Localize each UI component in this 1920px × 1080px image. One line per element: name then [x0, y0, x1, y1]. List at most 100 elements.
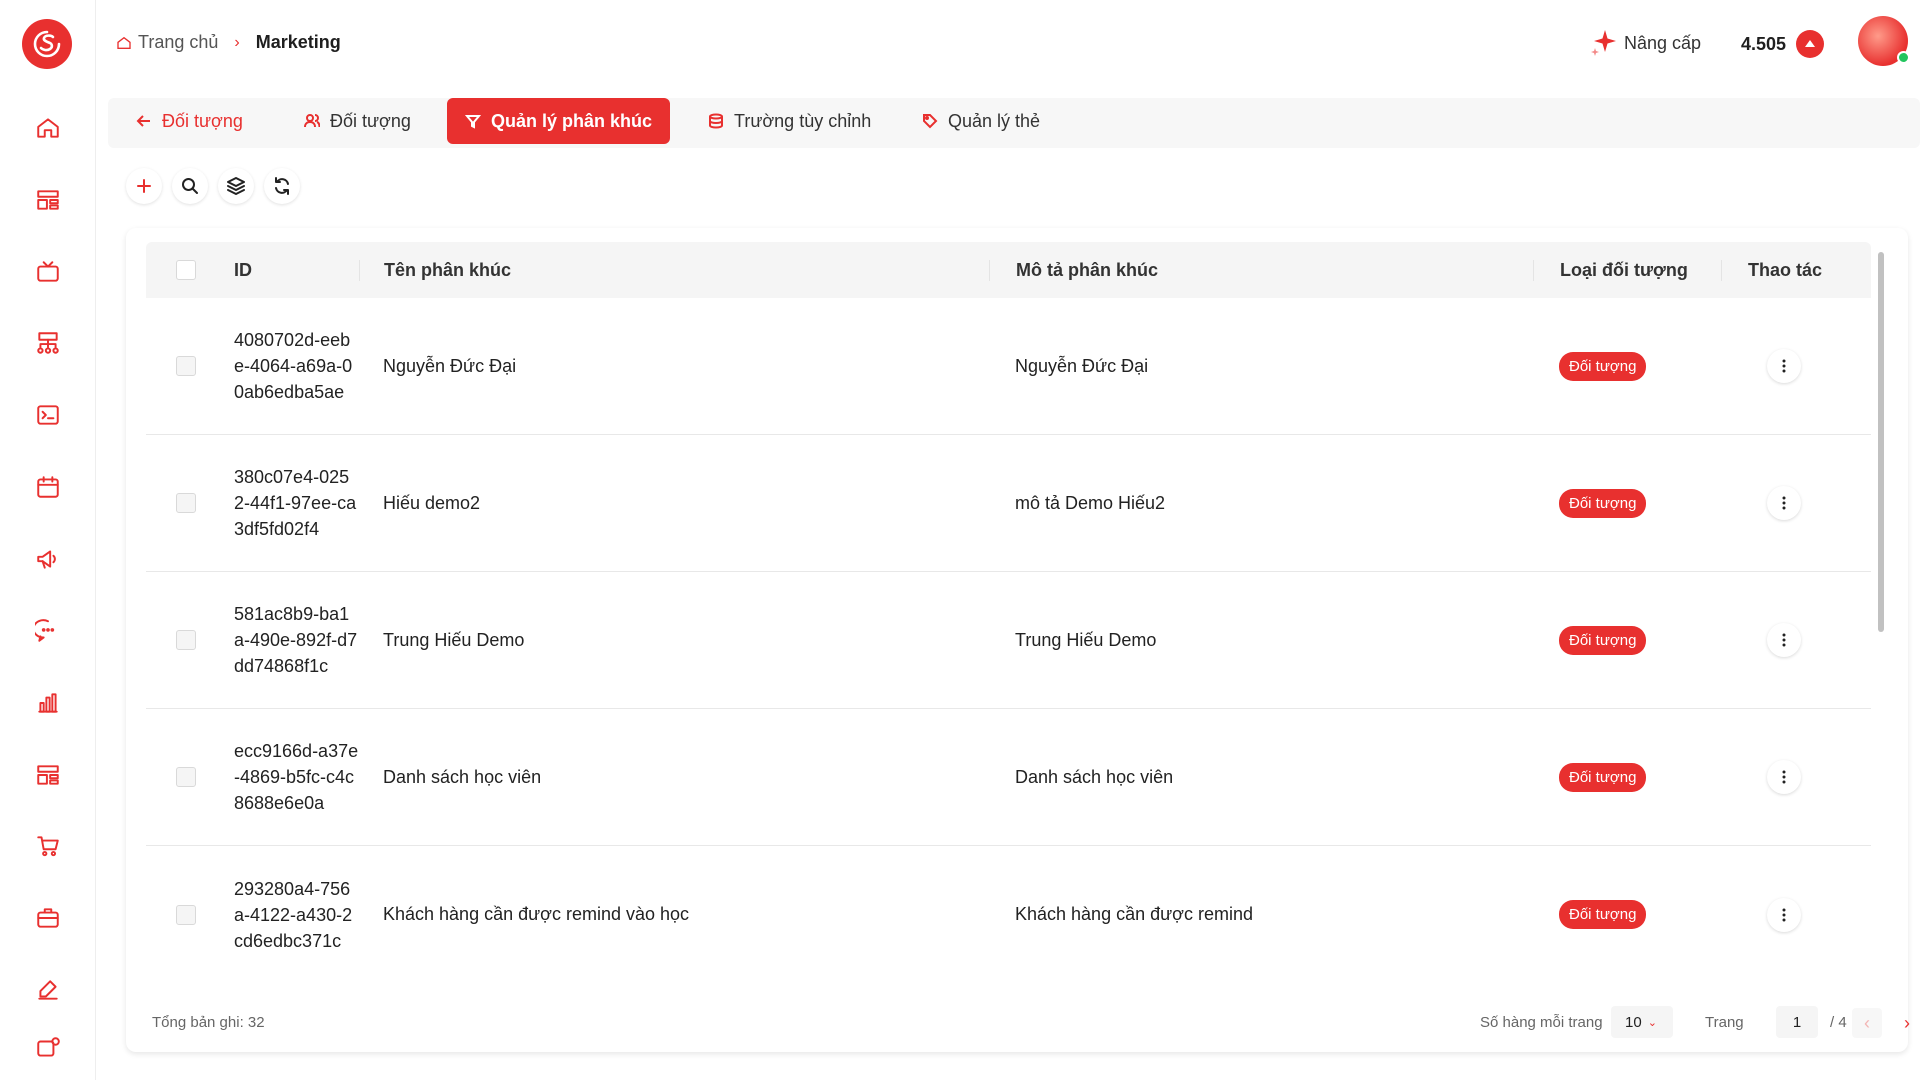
segment-description: Khách hàng cần được remind: [1015, 904, 1253, 924]
segment-name: Hiếu demo2: [383, 492, 481, 513]
row-more-button[interactable]: [1767, 623, 1801, 657]
app-logo[interactable]: [22, 19, 72, 69]
tab-segment-management[interactable]: Quản lý phân khúc: [447, 98, 671, 144]
row-more-button[interactable]: [1767, 760, 1801, 794]
segment-type-cell: Đối tượng: [1533, 488, 1721, 518]
next-page-button[interactable]: ›: [1892, 1008, 1920, 1038]
sidebar-sitemap-icon[interactable]: [28, 323, 68, 363]
page-number-input[interactable]: 1: [1776, 1006, 1818, 1038]
add-button[interactable]: [126, 168, 162, 204]
segment-type-cell: Đối tượng: [1533, 900, 1721, 929]
sidebar-tv-icon[interactable]: [28, 252, 68, 292]
table-row: 581ac8b9-ba1a-490e-892f-d7dd74868f1c Tru…: [146, 572, 1871, 709]
app-root: Trang chủ › Marketing Nâng cấp 4.505 Đối…: [0, 0, 1920, 1080]
sidebar-chat-icon[interactable]: [28, 611, 68, 651]
search-button[interactable]: [172, 168, 208, 204]
segment-type-badge: Đối tượng: [1559, 900, 1647, 929]
segment-id: 380c07e4-0252-44f1-97ee-ca3df5fd02f4: [234, 467, 357, 539]
row-checkbox[interactable]: [176, 767, 196, 787]
logo-icon: [33, 30, 61, 58]
chevron-right-icon: ›: [234, 33, 240, 51]
tab-label: Trường tùy chỉnh: [734, 110, 872, 131]
credits-value: 4.505: [1741, 33, 1787, 54]
segment-name: Danh sách học viên: [383, 766, 542, 787]
segment-type-badge: Đối tượng: [1559, 625, 1647, 655]
rows-per-page-value: 10: [1625, 1013, 1642, 1031]
layers-button[interactable]: [218, 168, 254, 204]
row-checkbox-cell: [146, 356, 226, 376]
row-checkbox[interactable]: [176, 904, 196, 925]
users-icon: [304, 114, 320, 128]
sidebar-layout-icon[interactable]: [28, 180, 68, 220]
segment-type-cell: Đối tượng: [1533, 625, 1721, 655]
table-header: ID Tên phân khúc Mô tả phân khúc Loại đố…: [146, 242, 1871, 298]
more-vertical-icon: [1782, 908, 1786, 921]
segment-name: Khách hàng cần được remind vào học: [383, 904, 690, 924]
sidebar-cart-icon[interactable]: [28, 826, 68, 866]
segment-table: ID Tên phân khúc Mô tả phân khúc Loại đố…: [146, 242, 1871, 983]
row-checkbox[interactable]: [176, 493, 196, 513]
scrollbar-thumb[interactable]: [1878, 252, 1884, 632]
row-more-button[interactable]: [1767, 349, 1801, 383]
rows-per-page-select[interactable]: 10 ⌄: [1611, 1006, 1673, 1038]
tab-audience[interactable]: Đối tượng: [286, 98, 429, 144]
breadcrumb-home[interactable]: Trang chủ: [138, 32, 218, 53]
row-checkbox[interactable]: [176, 356, 196, 376]
sidebar-briefcase-icon[interactable]: [28, 898, 68, 938]
sidebar-megaphone-icon[interactable]: [28, 539, 68, 579]
action-cell: [1721, 760, 1871, 794]
sparkle-icon: [1591, 30, 1616, 56]
segment-description: Danh sách học viên: [1015, 766, 1174, 787]
tab-custom-fields[interactable]: Trường tùy chỉnh: [690, 98, 889, 144]
sidebar-dashboard-icon[interactable]: [28, 755, 68, 795]
tab-back[interactable]: Đối tượng: [118, 98, 261, 144]
segment-table-card: ID Tên phân khúc Mô tả phân khúc Loại đố…: [126, 228, 1910, 1052]
sidebar-chart-icon[interactable]: [28, 683, 68, 723]
header-checkbox-cell: [146, 260, 226, 280]
column-header-description: Mô tả phân khúc: [989, 259, 1533, 281]
page-total: / 4: [1830, 1014, 1847, 1031]
sidebar-terminal-icon[interactable]: [28, 395, 68, 435]
segment-name: Trung Hiếu Demo: [383, 629, 525, 650]
row-checkbox-cell: [146, 493, 226, 513]
refresh-button[interactable]: [264, 168, 300, 204]
sidebar-settings-icon[interactable]: [28, 1028, 68, 1068]
row-checkbox-cell: [146, 767, 226, 787]
column-header-type: Loại đối tượng: [1533, 259, 1721, 281]
row-checkbox[interactable]: [176, 630, 196, 650]
segment-description: Nguyễn Đức Đại: [1015, 355, 1149, 376]
funnel-icon: [465, 115, 481, 129]
action-cell: [1721, 349, 1871, 383]
credits-display[interactable]: 4.505: [1741, 30, 1825, 58]
breadcrumb: Trang chủ › Marketing: [116, 32, 341, 53]
database-icon: [709, 113, 723, 129]
home-icon: [117, 36, 131, 49]
row-more-button[interactable]: [1767, 897, 1801, 932]
segment-description: mô tả Demo Hiếu2: [1015, 492, 1166, 513]
more-vertical-icon: [1782, 770, 1786, 784]
select-all-checkbox[interactable]: [176, 260, 196, 280]
prev-page-button[interactable]: ‹: [1852, 1008, 1882, 1038]
plus-icon: [137, 179, 151, 193]
sidebar-home-icon[interactable]: [28, 108, 68, 148]
table-row: 4080702d-eebe-4064-a69a-00ab6edba5ae Ngu…: [146, 298, 1871, 435]
table-scrollbar[interactable]: [1877, 242, 1885, 1002]
tag-icon: [923, 114, 938, 129]
search-icon: [182, 178, 198, 194]
action-cell: [1721, 897, 1871, 932]
more-vertical-icon: [1782, 496, 1786, 510]
rows-per-page-label: Số hàng mỗi trang: [1480, 1014, 1603, 1031]
tab-label: Đối tượng: [162, 110, 243, 131]
tab-tag-management[interactable]: Quản lý thẻ: [904, 98, 1058, 144]
segment-id: 581ac8b9-ba1a-490e-892f-d7dd74868f1c: [234, 604, 358, 676]
column-header-name: Tên phân khúc: [359, 259, 989, 281]
chevron-right-icon: ›: [1904, 1012, 1910, 1033]
sidebar-edit-icon[interactable]: [28, 970, 68, 1010]
user-avatar[interactable]: [1858, 16, 1910, 66]
upgrade-button[interactable]: Nâng cấp: [1586, 26, 1701, 60]
column-header-id: ID: [234, 260, 252, 280]
action-cell: [1721, 623, 1871, 657]
segment-type-badge: Đối tượng: [1559, 351, 1647, 381]
sidebar-calendar-icon[interactable]: [28, 467, 68, 507]
row-more-button[interactable]: [1767, 486, 1801, 520]
